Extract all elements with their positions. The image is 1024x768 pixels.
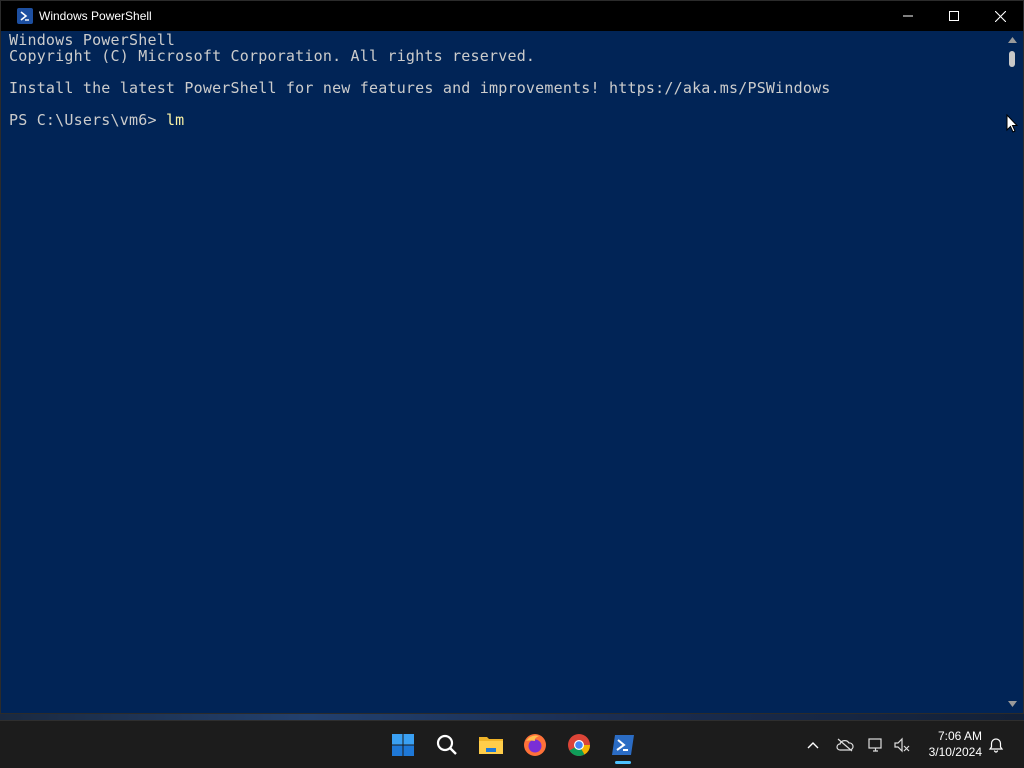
maximize-icon [949,11,959,21]
console-line: Windows PowerShell [9,31,176,49]
scrollbar-thumb[interactable] [1009,51,1015,67]
powershell-icon[interactable] [609,731,637,759]
firefox-icon[interactable] [521,731,549,759]
title-bar[interactable]: Windows PowerShell [1,1,1023,31]
scroll-down-icon[interactable] [1008,701,1017,707]
prompt-text: PS C:\Users\vm6> [9,111,166,129]
cloud-offline-icon[interactable] [835,735,855,755]
clock-time: 7:06 AM [937,729,982,743]
search-icon[interactable] [433,731,461,759]
system-clock[interactable]: 7:06 AM 3/10/2024 [929,728,982,760]
maximize-button[interactable] [931,1,977,31]
powershell-icon [17,8,33,24]
start-icon[interactable] [389,731,417,759]
prompt-line[interactable]: PS C:\Users\vm6> lm [9,112,184,128]
active-app-indicator [615,761,631,764]
command-input[interactable]: lm [166,111,184,129]
chevron-up-icon[interactable] [803,735,823,755]
console-line: Install the latest PowerShell for new fe… [9,79,831,97]
mouse-cursor-icon [1006,114,1018,133]
scroll-up-icon[interactable] [1008,37,1017,43]
close-icon [994,10,1006,22]
powershell-window[interactable]: Windows PowerShell Windows PowerShell Co… [0,0,1024,714]
clock-date: 3/10/2024 [928,745,982,759]
console-output[interactable]: Windows PowerShell Copyright (C) Microso… [7,31,1001,711]
taskbar: 7:06 AM 3/10/2024 [0,720,1024,768]
chrome-icon[interactable] [565,731,593,759]
minimize-icon [903,15,913,17]
bell-icon[interactable] [986,735,1006,755]
minimize-button[interactable] [885,1,931,31]
console-line: Copyright (C) Microsoft Corporation. All… [9,47,536,65]
network-icon[interactable] [866,735,886,755]
file-explorer-icon[interactable] [477,731,505,759]
close-button[interactable] [977,1,1023,31]
window-title: Windows PowerShell [39,9,152,23]
volume-muted-icon[interactable] [892,735,912,755]
